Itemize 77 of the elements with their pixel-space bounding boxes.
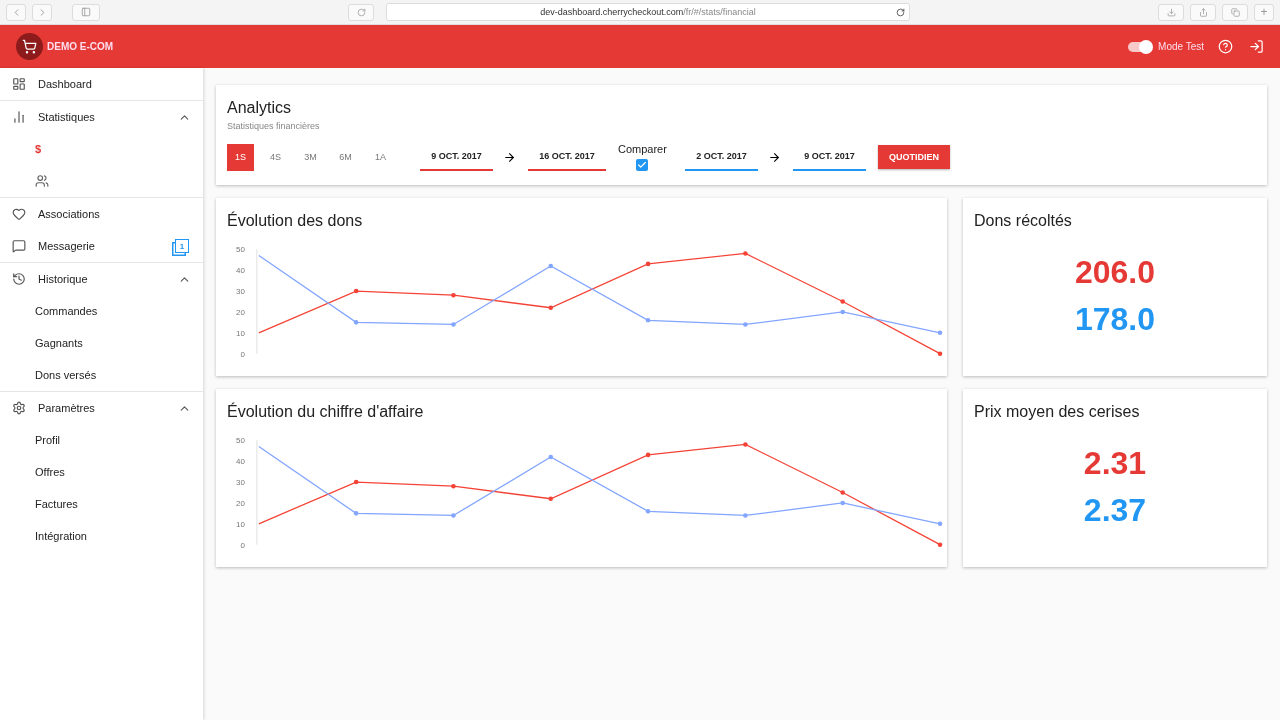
- chat-icon: [12, 239, 26, 253]
- stat-value: 206.0: [1074, 254, 1156, 291]
- arrow-right-icon: [767, 150, 781, 164]
- sidebar-toggle-button[interactable]: [72, 3, 100, 21]
- sidebar-subitem[interactable]: Offres: [0, 456, 203, 488]
- history-icon: [12, 272, 26, 286]
- sidebar-item[interactable]: Paramètres: [0, 392, 203, 424]
- y-tick-label: 20: [236, 498, 246, 508]
- daily-button[interactable]: QUOTIDIEN: [877, 145, 950, 169]
- arrow-right-icon: [503, 150, 516, 164]
- share-button[interactable]: [1190, 3, 1216, 21]
- sidebar-icon: [81, 7, 91, 17]
- chart-title: Évolution des dons: [227, 212, 364, 230]
- stat-value: 178.0: [1074, 301, 1156, 338]
- heart-icon: [12, 207, 26, 221]
- start-date-field[interactable]: 9 OCT. 2017: [420, 143, 493, 171]
- y-tick-label: 30: [236, 287, 246, 297]
- y-tick-label: 10: [236, 328, 246, 338]
- start-date-field[interactable]: 2 OCT. 2017: [684, 143, 758, 171]
- y-tick-label: 50: [236, 436, 246, 446]
- y-axis: 0 10 20 30 40 50: [236, 245, 258, 359]
- stat-title: Dons récoltés: [974, 212, 1072, 230]
- cart-logo: [16, 33, 43, 60]
- chart-title: Évolution du chiffre d'affaire: [227, 403, 425, 421]
- stat-value: 2.31: [1083, 445, 1147, 482]
- url-field[interactable]: dev-dashboard.cherrycheckout.com/fr/#/stats/financial: [386, 3, 910, 21]
- period-tab[interactable]: 6M: [332, 143, 359, 171]
- sidebar-subitem[interactable]: $: [0, 133, 203, 165]
- sidebar-subitem[interactable]: Profil: [0, 424, 203, 456]
- download-icon: [1166, 7, 1176, 17]
- tabs-icon: [1230, 7, 1240, 17]
- y-tick-label: 10: [236, 519, 246, 529]
- sidebar-item[interactable]: Statistiques: [0, 101, 203, 133]
- users-icon: [35, 174, 49, 188]
- stat-value: 2.37: [1083, 492, 1147, 529]
- y-tick-label: 20: [236, 307, 246, 317]
- y-axis: 0 10 20 30 40 50: [236, 436, 258, 550]
- bar-chart-icon: [12, 110, 26, 124]
- y-tick-label: 0: [240, 349, 246, 359]
- y-tick-label: 0: [240, 540, 246, 550]
- y-tick-label: 50: [236, 245, 246, 255]
- reader-button[interactable]: [348, 3, 374, 21]
- tabs-button[interactable]: [1222, 3, 1248, 21]
- sidebar-item[interactable]: Associations: [0, 198, 203, 230]
- sidebar-subitem[interactable]: Gagnants: [0, 327, 203, 359]
- brand-name: DEMO E-COM: [47, 41, 114, 52]
- end-date-field[interactable]: 9 OCT. 2017: [792, 143, 866, 171]
- analytics-subtitle: Statistiques financières: [227, 121, 321, 131]
- gear-icon: [12, 401, 26, 415]
- sidebar-item[interactable]: Dashboard: [0, 68, 203, 100]
- period-tab[interactable]: 1A: [367, 143, 394, 171]
- period-tab[interactable]: 4S: [262, 143, 289, 171]
- analytics-title: Analytics: [227, 99, 293, 117]
- sidebar-subitem[interactable]: Intégration: [0, 520, 203, 552]
- y-tick-label: 40: [236, 266, 246, 276]
- sidebar-item[interactable]: Messagerie 1: [0, 230, 203, 262]
- sidebar-item[interactable]: Historique: [0, 263, 203, 295]
- stat-title: Prix moyen des cerises: [974, 403, 1140, 421]
- end-date-field[interactable]: 16 OCT. 2017: [528, 143, 606, 171]
- sidebar-subitem[interactable]: Factures: [0, 488, 203, 520]
- help-icon[interactable]: [1218, 39, 1233, 54]
- reload-icon[interactable]: [896, 7, 905, 17]
- y-tick-label: 40: [236, 457, 246, 467]
- y-tick-label: 30: [236, 478, 246, 488]
- compare-label: Comparer: [618, 143, 667, 155]
- compare-checkbox[interactable]: [636, 159, 649, 171]
- message-count-badge: 1: [175, 239, 189, 253]
- dashboard-icon: [12, 77, 26, 91]
- share-icon: [1198, 7, 1208, 17]
- sidebar-subitem[interactable]: Commandes: [0, 295, 203, 327]
- mode-test-label: Mode Test: [1158, 41, 1204, 52]
- period-tab[interactable]: 3M: [297, 143, 324, 171]
- sidebar-subitem[interactable]: Dons versés: [0, 359, 203, 391]
- logout-icon[interactable]: [1249, 39, 1264, 54]
- period-tab[interactable]: 1S: [227, 143, 254, 171]
- circle-arrow-icon: [356, 7, 366, 17]
- mode-test-switch[interactable]: [1128, 41, 1153, 52]
